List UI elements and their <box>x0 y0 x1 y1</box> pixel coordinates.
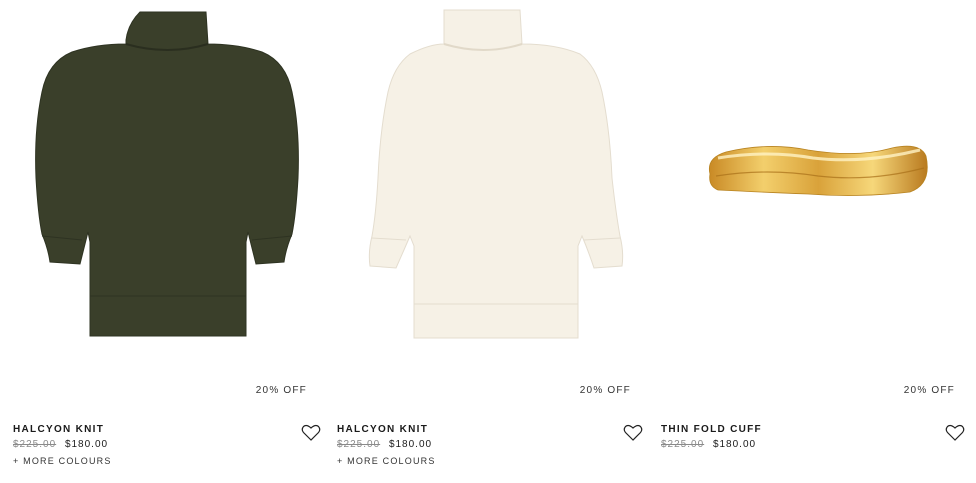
more-colours-link[interactable]: + MORE COLOURS <box>337 456 436 466</box>
discount-badge: 20% OFF <box>903 385 955 396</box>
product-image[interactable] <box>0 0 323 370</box>
discount-badge: 20% OFF <box>579 385 631 396</box>
original-price: $225.00 <box>337 439 381 450</box>
sale-price: $180.00 <box>388 439 433 450</box>
more-colours-link[interactable]: + MORE COLOURS <box>13 456 112 466</box>
product-price: $225.00 $180.00 <box>337 439 432 450</box>
discount-badge: 20% OFF <box>255 385 307 396</box>
heart-outline-icon[interactable] <box>301 424 321 442</box>
product-card[interactable]: 20% OFF HALCYON KNIT $225.00 $180.00 + M… <box>0 0 323 483</box>
product-price: $225.00 $180.00 <box>661 439 756 450</box>
sale-price: $180.00 <box>712 439 757 450</box>
original-price: $225.00 <box>661 439 705 450</box>
product-image[interactable] <box>324 0 647 370</box>
sale-price: $180.00 <box>64 439 109 450</box>
product-card[interactable]: 20% OFF HALCYON KNIT $225.00 $180.00 + M… <box>324 0 647 483</box>
original-price: $225.00 <box>13 439 57 450</box>
product-name[interactable]: HALCYON KNIT <box>13 424 104 435</box>
heart-outline-icon[interactable] <box>623 424 643 442</box>
product-card[interactable]: 20% OFF THIN FOLD CUFF $225.00 $180.00 <box>648 0 971 483</box>
product-price: $225.00 $180.00 <box>13 439 108 450</box>
heart-outline-icon[interactable] <box>945 424 965 442</box>
product-name[interactable]: THIN FOLD CUFF <box>661 424 762 435</box>
product-image[interactable] <box>648 0 971 370</box>
product-name[interactable]: HALCYON KNIT <box>337 424 428 435</box>
